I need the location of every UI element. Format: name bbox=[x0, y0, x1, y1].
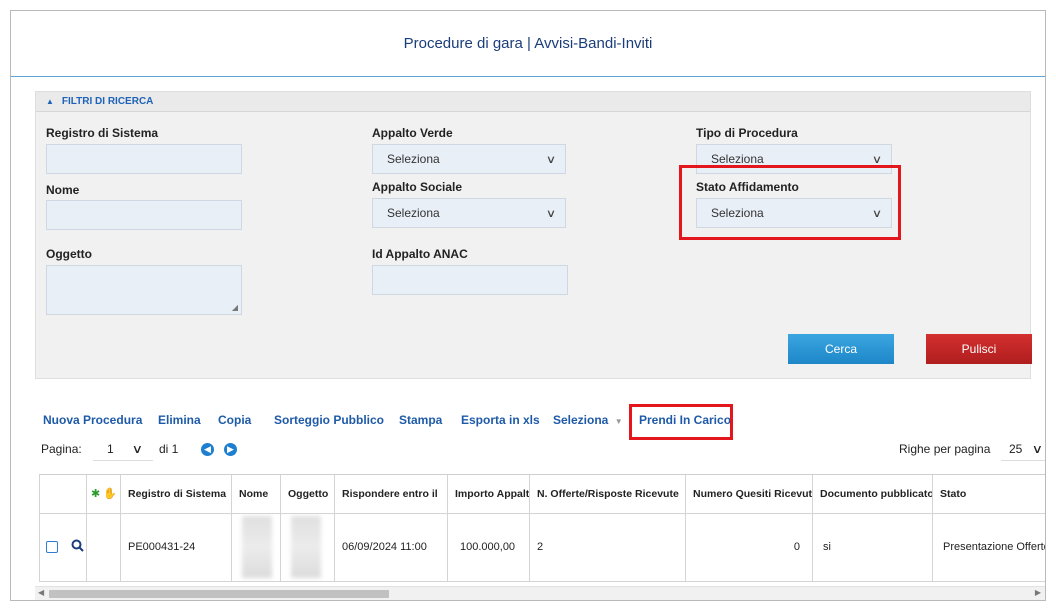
horizontal-scrollbar[interactable]: ◀ ▶ bbox=[35, 586, 1045, 600]
tipo-procedura-label: Tipo di Procedura bbox=[696, 126, 798, 140]
appalto-verde-label: Appalto Verde bbox=[372, 126, 453, 140]
oggetto-textarea[interactable]: ◢ bbox=[46, 265, 242, 315]
cell-offerte: 2 bbox=[529, 512, 686, 582]
col-oggetto[interactable]: Oggetto bbox=[280, 475, 335, 514]
rows-per-page-select[interactable]: 25 ∨ bbox=[1001, 439, 1045, 461]
col-stato[interactable]: Stato bbox=[932, 475, 1045, 514]
cell-importo: 100.000,00 bbox=[447, 512, 530, 582]
results-table: ✱ ✋ Registro di Sistema Nome Oggetto Ris… bbox=[39, 474, 1045, 582]
chevron-down-icon: ∨ bbox=[871, 153, 883, 166]
tipo-procedura-value: Seleziona bbox=[711, 152, 764, 166]
chevron-down-icon: ∨ bbox=[131, 442, 144, 456]
rows-per-page-label: Righe per pagina bbox=[899, 442, 991, 456]
filters-toggle[interactable]: ▲ FILTRI DI RICERCA bbox=[36, 92, 1030, 112]
page-total: di 1 bbox=[159, 442, 179, 456]
table-row[interactable]: PE000431-24 06/09/2024 11:00 100.000,00 … bbox=[39, 512, 1045, 582]
col-icons: ✱ ✋ bbox=[86, 475, 121, 514]
filters-header-label: FILTRI DI RICERCA bbox=[61, 96, 154, 107]
prev-page-icon[interactable]: ◀ bbox=[201, 443, 214, 456]
search-filters-panel: ▲ FILTRI DI RICERCA Registro di Sistema … bbox=[35, 91, 1032, 379]
tipo-procedura-select[interactable]: Seleziona ∨ bbox=[696, 144, 892, 174]
blurred-content bbox=[242, 516, 272, 578]
search-icon[interactable] bbox=[71, 539, 84, 555]
caret-down-icon: ▼ bbox=[614, 417, 623, 426]
col-rispondere[interactable]: Rispondere entro il bbox=[334, 475, 448, 514]
prendi-in-carico-link[interactable]: Prendi In Carico bbox=[639, 413, 731, 427]
blurred-content bbox=[291, 516, 321, 578]
next-page-icon[interactable]: ▶ bbox=[224, 443, 237, 456]
chevron-down-icon: ∨ bbox=[545, 153, 557, 166]
copia-link[interactable]: Copia bbox=[218, 413, 251, 427]
cerca-button[interactable]: Cerca bbox=[788, 334, 894, 364]
col-quesiti[interactable]: Numero Quesiti Ricevuti bbox=[685, 475, 813, 514]
page-select[interactable]: 1 ∨ bbox=[93, 439, 153, 461]
col-offerte[interactable]: N. Offerte/Risposte Ricevute bbox=[529, 475, 686, 514]
page-title: Procedure di gara | Avvisi-Bandi-Inviti bbox=[11, 11, 1045, 77]
table-header-row: ✱ ✋ Registro di Sistema Nome Oggetto Ris… bbox=[39, 475, 1045, 514]
cell-registro: PE000431-24 bbox=[120, 512, 232, 582]
id-anac-input[interactable] bbox=[372, 265, 568, 295]
stato-affidamento-value: Seleziona bbox=[711, 206, 764, 220]
scroll-left-icon[interactable]: ◀ bbox=[38, 588, 44, 597]
green-gear-icon: ✱ bbox=[91, 488, 101, 501]
seleziona-menu[interactable]: Seleziona ▼ bbox=[553, 413, 623, 427]
rows-per-page-value: 25 bbox=[1009, 442, 1023, 456]
col-registro[interactable]: Registro di Sistema bbox=[120, 475, 232, 514]
resize-grip-icon[interactable]: ◢ bbox=[232, 303, 238, 312]
esporta-xls-link[interactable]: Esporta in xls bbox=[461, 413, 540, 427]
row-icons-cell bbox=[86, 512, 121, 582]
stampa-link[interactable]: Stampa bbox=[399, 413, 442, 427]
stato-affidamento-label: Stato Affidamento bbox=[696, 180, 799, 194]
cell-stato: Presentazione Offerte/R bbox=[932, 512, 1045, 582]
chevron-down-icon: ∨ bbox=[1031, 442, 1044, 456]
nome-label: Nome bbox=[46, 183, 80, 197]
appalto-verde-value: Seleziona bbox=[387, 152, 440, 166]
appalto-sociale-label: Appalto Sociale bbox=[372, 180, 463, 194]
col-documento[interactable]: Documento pubblicato bbox=[812, 475, 933, 514]
pulisci-button[interactable]: Pulisci bbox=[926, 334, 1032, 364]
elimina-link[interactable]: Elimina bbox=[158, 413, 201, 427]
chevron-down-icon: ∨ bbox=[871, 207, 883, 220]
sorteggio-pubblico-link[interactable]: Sorteggio Pubblico bbox=[274, 413, 384, 427]
cell-documento: si bbox=[812, 512, 933, 582]
appalto-verde-select[interactable]: Seleziona ∨ bbox=[372, 144, 566, 174]
pagination-bar: Pagina: 1 ∨ di 1 ◀ ▶ Righe per pagina 25… bbox=[41, 439, 1045, 461]
appalto-sociale-value: Seleziona bbox=[387, 206, 440, 220]
registro-label: Registro di Sistema bbox=[46, 126, 159, 140]
stato-affidamento-select[interactable]: Seleziona ∨ bbox=[696, 198, 892, 228]
registro-input[interactable] bbox=[46, 144, 242, 174]
orange-hand-icon: ✋ bbox=[103, 488, 117, 501]
row-select-cell bbox=[39, 512, 87, 582]
col-nome[interactable]: Nome bbox=[231, 475, 281, 514]
cell-nome bbox=[231, 512, 281, 582]
oggetto-label: Oggetto bbox=[46, 247, 92, 261]
cell-oggetto bbox=[280, 512, 335, 582]
nuova-procedura-link[interactable]: Nuova Procedura bbox=[43, 413, 142, 427]
page-label: Pagina: bbox=[41, 442, 82, 456]
cell-rispondere: 06/09/2024 11:00 bbox=[334, 512, 448, 582]
id-anac-label: Id Appalto ANAC bbox=[372, 247, 468, 261]
cell-quesiti: 0 bbox=[685, 512, 813, 582]
nome-input[interactable] bbox=[46, 200, 242, 230]
page-value: 1 bbox=[107, 442, 114, 456]
main-window: Procedure di gara | Avvisi-Bandi-Inviti … bbox=[10, 10, 1046, 601]
appalto-sociale-select[interactable]: Seleziona ∨ bbox=[372, 198, 566, 228]
col-importo[interactable]: Importo Appalto bbox=[447, 475, 530, 514]
chevron-up-icon: ▲ bbox=[46, 97, 54, 106]
chevron-down-icon: ∨ bbox=[545, 207, 557, 220]
seleziona-label: Seleziona bbox=[553, 413, 609, 427]
scrollbar-thumb[interactable] bbox=[49, 590, 389, 598]
row-checkbox[interactable] bbox=[46, 541, 58, 553]
col-select bbox=[39, 475, 87, 514]
scroll-right-icon[interactable]: ▶ bbox=[1035, 588, 1041, 597]
